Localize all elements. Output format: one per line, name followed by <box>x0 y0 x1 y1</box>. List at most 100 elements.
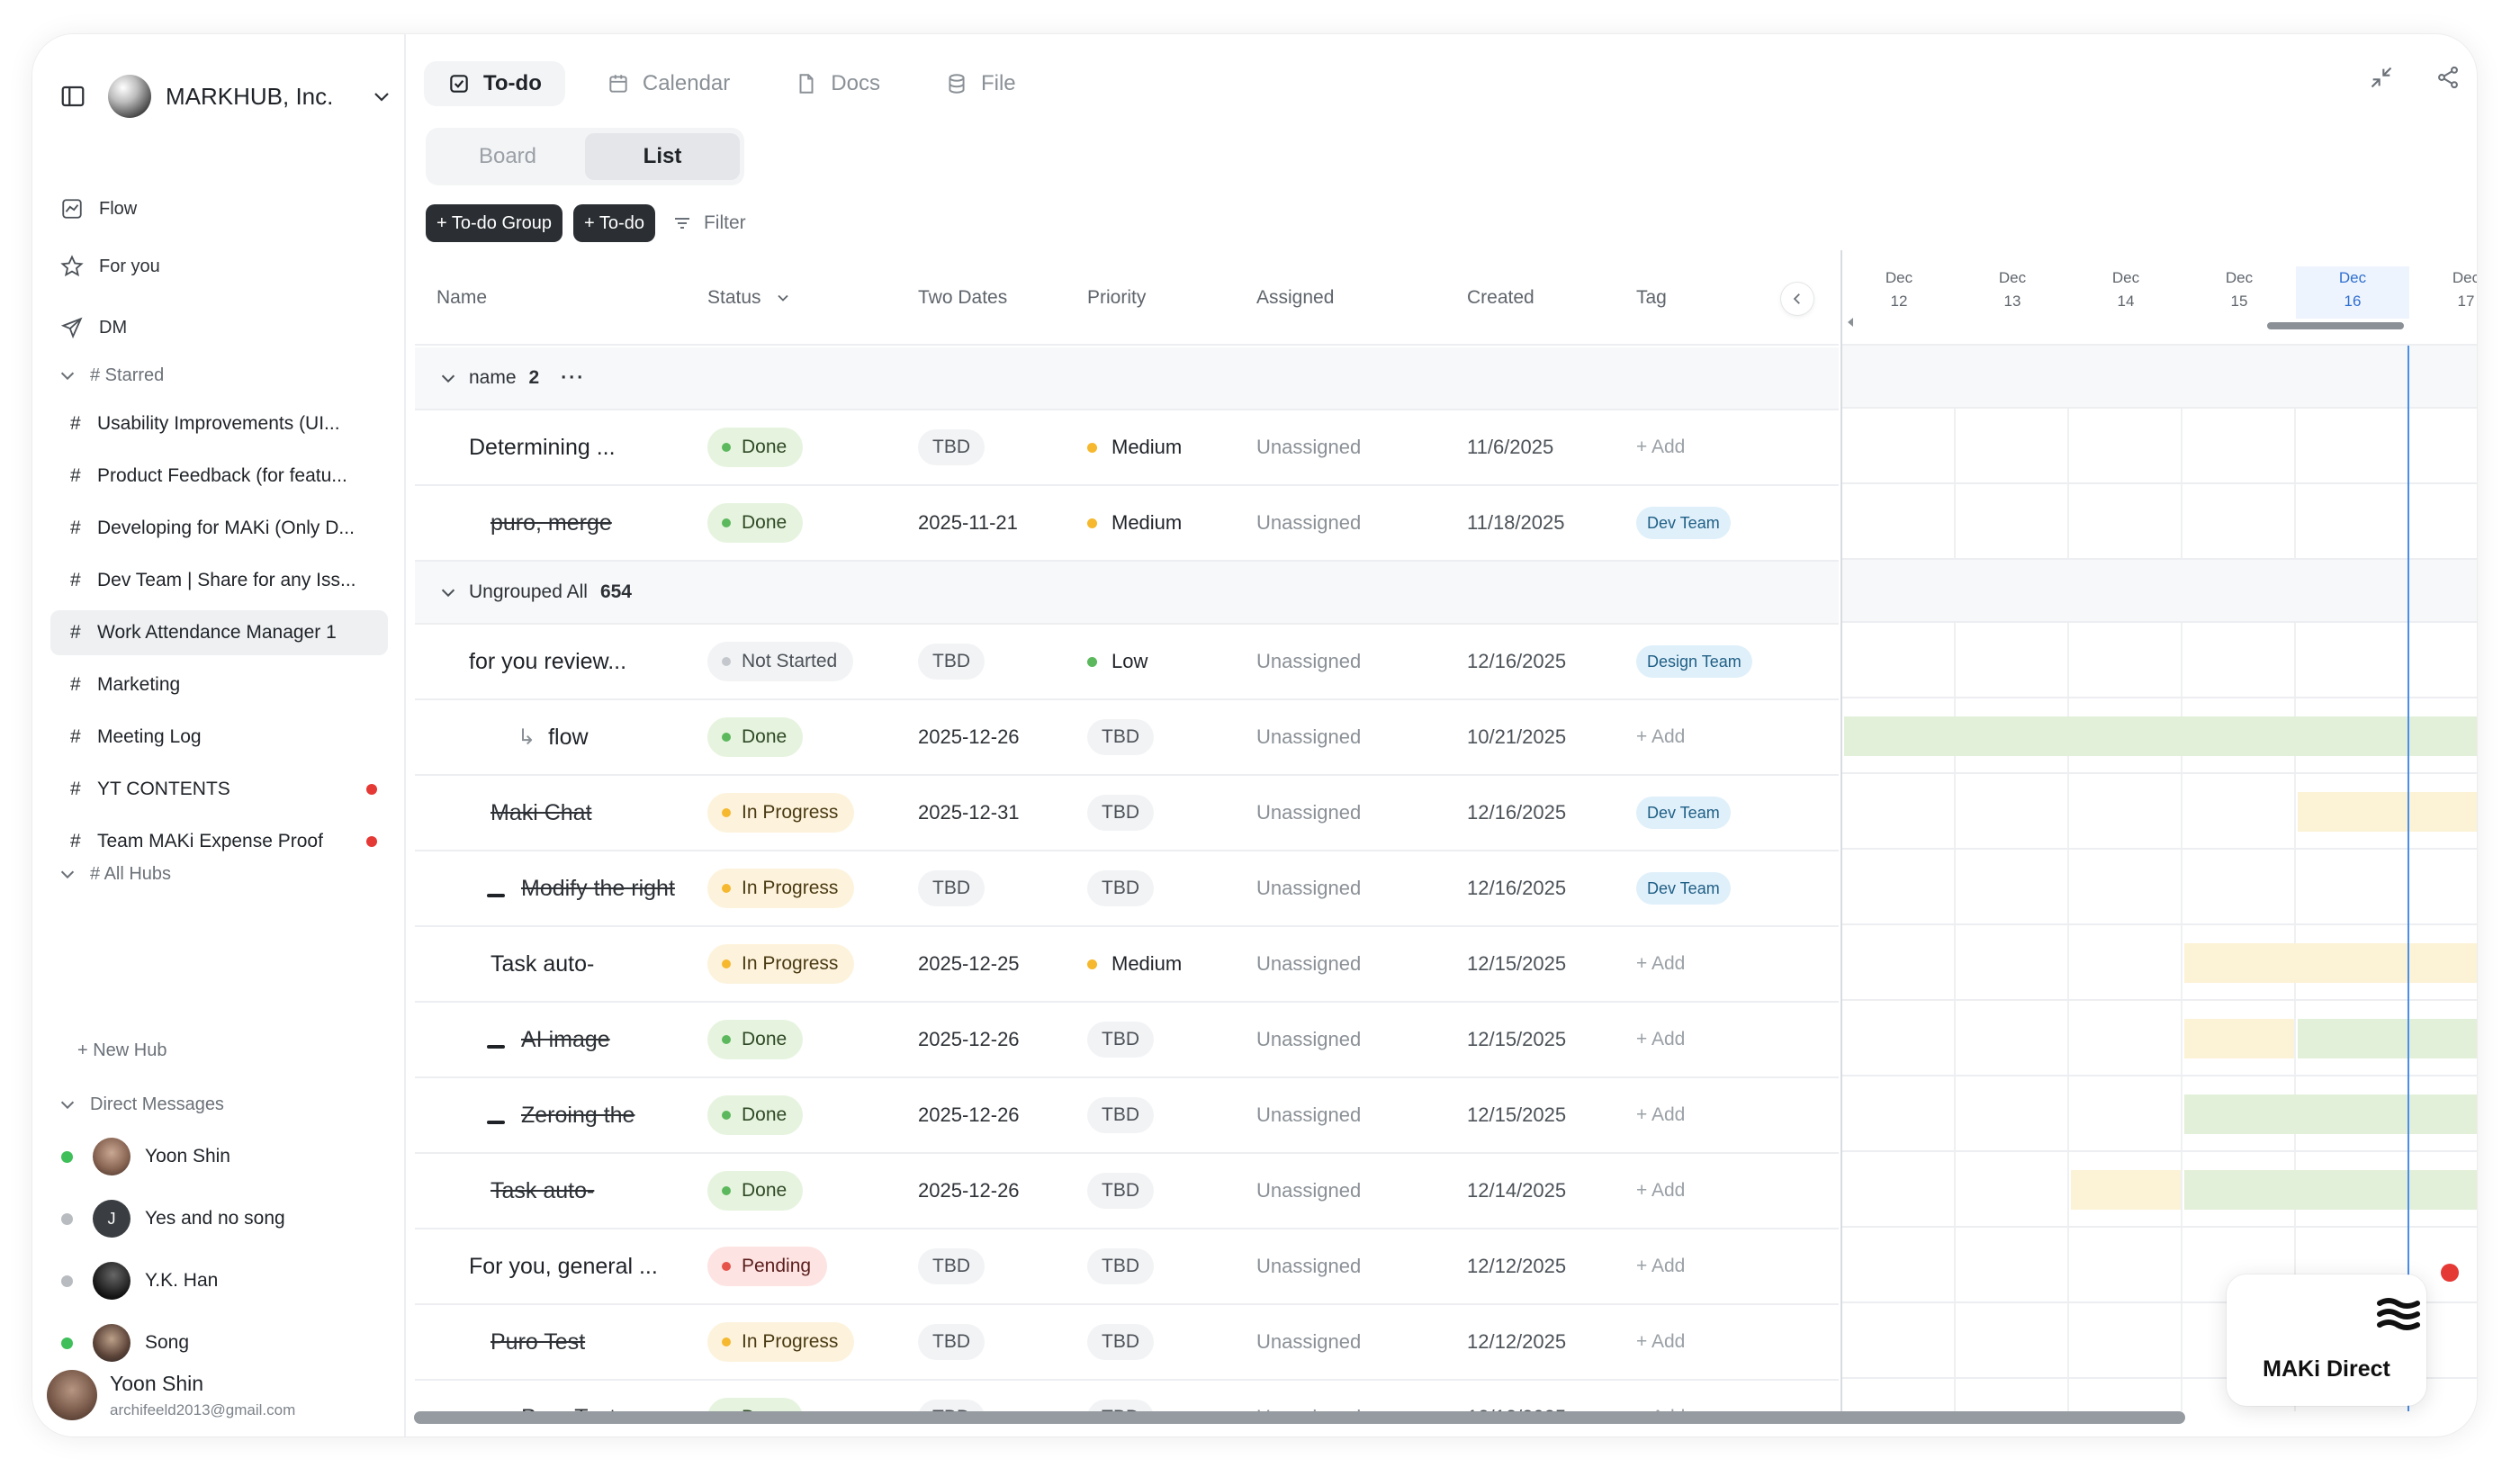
nav-flow[interactable]: Flow <box>59 191 137 227</box>
assigned-cell[interactable]: Unassigned <box>1256 625 1361 698</box>
status-badge[interactable]: In Progress <box>707 1322 855 1362</box>
todo-name-cell[interactable]: For you, general ... <box>469 1229 658 1303</box>
todo-name-cell[interactable]: Maki Chat <box>490 776 592 850</box>
starred-hub-item[interactable]: # Meeting Log <box>50 715 388 760</box>
status-cell[interactable]: Done <box>707 486 804 560</box>
hub-item[interactable]: # Planner's Room <box>50 900 388 945</box>
current-user[interactable]: Yoon Shin archifeeld2013@gmail.com <box>47 1366 295 1424</box>
status-badge[interactable]: Done <box>707 503 804 543</box>
priority-cell[interactable]: TBD <box>1087 776 1154 850</box>
drag-handle-icon[interactable] <box>487 1045 505 1049</box>
tag-cell[interactable]: + Add <box>1636 1003 1685 1076</box>
assigned-cell[interactable]: Unassigned <box>1256 776 1361 850</box>
dm-item[interactable]: Y.K. Han <box>61 1258 218 1303</box>
todo-name-cell[interactable]: puro, merge <box>490 486 612 560</box>
status-cell[interactable]: In Progress <box>707 776 855 850</box>
add-todo-group-button[interactable]: + To-do Group <box>426 204 563 242</box>
add-tag-button[interactable]: + Add <box>1636 1180 1685 1202</box>
chevron-down-icon[interactable] <box>371 86 392 107</box>
status-cell[interactable]: In Progress <box>707 1305 855 1379</box>
tag-cell[interactable]: Dev Team <box>1636 851 1731 925</box>
add-tag-button[interactable]: + Add <box>1636 953 1685 975</box>
todo-name-cell[interactable]: ↳ flow <box>518 700 589 774</box>
status-badge[interactable]: Done <box>707 1171 804 1211</box>
status-badge[interactable]: Done <box>707 717 804 757</box>
table-row[interactable]: Zeroing the Done 2025-12-26 TBD Unassigned 12… <box>415 1078 1839 1154</box>
tag-cell[interactable]: + Add <box>1636 1305 1685 1379</box>
status-badge[interactable]: Done <box>707 1020 804 1059</box>
assigned-cell[interactable]: Unassigned <box>1256 1229 1361 1303</box>
assigned-cell[interactable]: Unassigned <box>1256 486 1361 560</box>
status-cell[interactable]: Done <box>707 410 804 484</box>
status-cell[interactable]: Done <box>707 1003 804 1076</box>
todo-name-cell[interactable]: AI image <box>487 1003 610 1076</box>
starred-hub-item[interactable]: # Product Feedback (for featu... <box>50 454 388 499</box>
add-tag-button[interactable]: + Add <box>1636 1029 1685 1050</box>
dates-cell[interactable]: 2025-12-26 <box>918 1078 1020 1152</box>
status-cell[interactable]: Done <box>707 700 804 774</box>
section-starred[interactable]: # Starred <box>58 360 164 391</box>
table-row[interactable]: for you review... Not Started TBD Low Unassi… <box>415 625 1839 700</box>
gantt-bar[interactable] <box>2184 1170 2477 1210</box>
todo-name-cell[interactable]: for you review... <box>469 625 626 698</box>
gantt-bar[interactable] <box>2184 1019 2294 1058</box>
hub-item[interactable]: # Notification test <box>50 952 388 997</box>
priority-cell[interactable]: Medium <box>1087 486 1182 560</box>
todo-name-cell[interactable]: Determining ... <box>469 410 616 484</box>
add-tag-button[interactable]: + Add <box>1636 437 1685 458</box>
add-tag-button[interactable]: + Add <box>1636 1331 1685 1353</box>
column-two-dates[interactable]: Two Dates <box>918 250 1007 346</box>
todo-name-cell[interactable]: Task auto- <box>490 1154 594 1228</box>
priority-cell[interactable]: TBD <box>1087 1078 1154 1152</box>
gantt-bar[interactable] <box>1844 716 2477 756</box>
priority-cell[interactable]: TBD <box>1087 1229 1154 1303</box>
gantt-bar[interactable] <box>2298 1019 2477 1058</box>
tag-cell[interactable]: Design Team <box>1636 625 1752 698</box>
gantt-scrollbar[interactable] <box>2267 322 2404 329</box>
assigned-cell[interactable]: Unassigned <box>1256 410 1361 484</box>
add-todo-button[interactable]: + To-do <box>573 204 655 242</box>
dates-cell[interactable]: TBD <box>918 625 985 698</box>
starred-hub-item[interactable]: # Work Attendance Manager 1 <box>50 610 388 655</box>
dates-cell[interactable]: 2025-12-31 <box>918 776 1020 850</box>
tab-calendar[interactable]: Calendar <box>583 61 753 106</box>
table-row[interactable]: Determining ... Done TBD Medium Unassigned 11… <box>415 410 1839 486</box>
dm-item[interactable]: J Yes and no song <box>61 1196 285 1241</box>
tag-badge[interactable]: Dev Team <box>1636 872 1731 905</box>
starred-hub-item[interactable]: # YT CONTENTS <box>50 767 388 812</box>
status-cell[interactable]: Not Started <box>707 625 854 698</box>
priority-cell[interactable]: TBD <box>1087 1003 1154 1076</box>
tab-docs[interactable]: Docs <box>771 61 904 106</box>
status-cell[interactable]: Pending <box>707 1229 828 1303</box>
assigned-cell[interactable]: Unassigned <box>1256 927 1361 1001</box>
nav-dm[interactable]: DM <box>59 310 127 346</box>
priority-cell[interactable]: TBD <box>1087 1381 1154 1411</box>
table-row[interactable]: Task auto- Done 2025-12-26 TBD Unassigned 12/… <box>415 1154 1839 1229</box>
gantt-bar[interactable] <box>2298 792 2477 832</box>
assigned-cell[interactable]: Unassigned <box>1256 1078 1361 1152</box>
dates-cell[interactable]: 2025-12-26 <box>918 700 1020 774</box>
tag-cell[interactable]: + Add <box>1636 1154 1685 1228</box>
priority-cell[interactable]: Medium <box>1087 927 1182 1001</box>
dates-cell[interactable]: 2025-12-25 <box>918 927 1020 1001</box>
status-badge[interactable]: In Progress <box>707 944 855 984</box>
minimize-icon[interactable] <box>2369 65 2394 90</box>
tag-cell[interactable]: + Add <box>1636 1078 1685 1152</box>
new-hub-button[interactable]: + New Hub <box>77 1040 167 1061</box>
gantt-bar[interactable] <box>2071 1170 2181 1210</box>
dates-cell[interactable]: TBD <box>918 851 985 925</box>
caret-left-icon[interactable] <box>1846 317 1855 328</box>
column-assigned[interactable]: Assigned <box>1256 250 1334 346</box>
priority-cell[interactable]: TBD <box>1087 700 1154 774</box>
drag-handle-icon[interactable] <box>487 1121 505 1124</box>
tag-cell[interactable]: Dev Team <box>1636 486 1731 560</box>
nav-for-you[interactable]: For you <box>59 248 160 284</box>
starred-hub-item[interactable]: # Marketing <box>50 662 388 707</box>
todo-name-cell[interactable]: Zeroing the <box>487 1078 634 1152</box>
gantt-bar[interactable] <box>2184 1094 2477 1134</box>
dates-cell[interactable]: 2025-11-21 <box>918 486 1018 560</box>
column-created[interactable]: Created <box>1467 250 1534 346</box>
table-row[interactable]: Puro Test Done TBD TBD Unassigned 12/12/2025 +… <box>415 1381 1839 1411</box>
dm-item[interactable]: Song <box>61 1320 189 1365</box>
table-row[interactable]: For you, general ... Pending TBD TBD Unassig… <box>415 1229 1839 1305</box>
